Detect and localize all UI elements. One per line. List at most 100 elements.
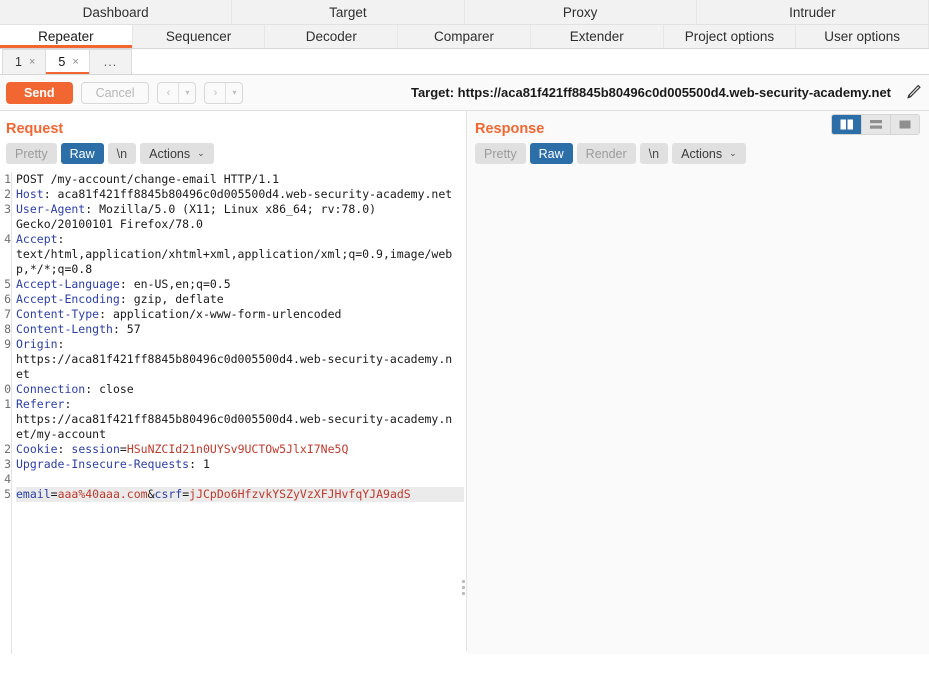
code-line[interactable]: email=aaa%40aaa.com&csrf=jJCpDo6HfzvkYSZ…: [16, 487, 464, 502]
layout-toggle-group: [831, 114, 920, 135]
line-number: 5: [4, 487, 11, 501]
chevron-down-icon: ⌄: [729, 148, 737, 158]
suite-tab-repeater[interactable]: Repeater: [0, 25, 133, 48]
repeater-tab-5[interactable]: 5 ×: [45, 49, 90, 74]
request-raw-button[interactable]: Raw: [60, 143, 104, 164]
suite-tab-project-options[interactable]: Project options: [663, 25, 797, 48]
code-line[interactable]: et/my-account: [16, 427, 466, 442]
request-response-split: Request Pretty Raw \n Actions ⌄ 12345678…: [0, 111, 929, 654]
suite-tab-row-secondary: Repeater Sequencer Decoder Comparer Exte…: [0, 25, 929, 49]
request-line-gutter: 123456789012345: [0, 172, 12, 654]
code-line[interactable]: Gecko/20100101 Firefox/78.0: [16, 217, 466, 232]
chevron-down-icon[interactable]: ▾: [178, 82, 195, 103]
request-pane: Request Pretty Raw \n Actions ⌄ 12345678…: [0, 111, 466, 654]
code-line[interactable]: https://aca81f421ff8845b80496c0d005500d4…: [16, 412, 466, 427]
code-line[interactable]: https://aca81f421ff8845b80496c0d005500d4…: [16, 352, 466, 367]
suite-tab-intruder[interactable]: Intruder: [696, 0, 929, 24]
line-number: 4: [4, 232, 11, 246]
suite-tab-proxy[interactable]: Proxy: [464, 0, 697, 24]
suite-tab-sequencer[interactable]: Sequencer: [132, 25, 266, 48]
request-code-content[interactable]: POST /my-account/change-email HTTP/1.1 Ho…: [13, 172, 466, 654]
line-number: 3: [4, 202, 11, 216]
response-actions-button[interactable]: Actions ⌄: [672, 143, 746, 164]
code-line[interactable]: [16, 472, 466, 487]
code-line[interactable]: Connection: close: [16, 382, 466, 397]
suite-tab-dashboard[interactable]: Dashboard: [0, 0, 233, 24]
request-pane-title: Request: [6, 121, 64, 137]
splitter-dot: [462, 592, 465, 595]
back-nav-group[interactable]: ‹ ▾: [157, 81, 197, 104]
line-number: [0, 427, 11, 442]
send-button[interactable]: Send: [6, 81, 73, 104]
code-line[interactable]: User-Agent: Mozilla/5.0 (X11; Linux x86_…: [16, 202, 466, 217]
single-pane-layout-icon[interactable]: [890, 115, 919, 134]
chevron-right-icon[interactable]: ›: [205, 83, 225, 103]
code-line[interactable]: Host: aca81f421ff8845b80496c0d005500d4.w…: [16, 187, 466, 202]
chevron-down-icon[interactable]: ▾: [225, 82, 242, 103]
cancel-button: Cancel: [80, 81, 150, 104]
suite-tab-row-primary: Dashboard Target Proxy Intruder: [0, 0, 929, 25]
request-actions-button[interactable]: Actions ⌄: [140, 143, 214, 164]
line-number: 9: [4, 337, 11, 351]
line-number: 7: [4, 307, 11, 321]
suite-tab-comparer[interactable]: Comparer: [398, 25, 531, 48]
request-actions-label: Actions: [149, 146, 191, 161]
close-icon[interactable]: ×: [29, 56, 35, 68]
close-icon[interactable]: ×: [72, 56, 78, 68]
line-number: 5: [4, 277, 11, 291]
line-number: [0, 352, 11, 367]
response-pane: Response Pretty Raw Render \n Actions ⌄: [466, 111, 929, 654]
line-number: [0, 412, 11, 427]
suite-tab-user-options[interactable]: User options: [796, 25, 929, 48]
chevron-down-icon: ⌄: [197, 148, 205, 158]
code-line[interactable]: Cookie: session=HSuNZCId21n0UYSv9UCTOw5J…: [16, 442, 466, 457]
code-line[interactable]: p,*/*;q=0.8: [16, 262, 466, 277]
code-line[interactable]: Content-Length: 57: [16, 322, 466, 337]
forward-nav-group[interactable]: › ▾: [204, 81, 244, 104]
response-render-button[interactable]: Render: [576, 143, 636, 164]
splitter-dot: [462, 586, 465, 589]
code-line[interactable]: Accept-Language: en-US,en;q=0.5: [16, 277, 466, 292]
stacked-layout-icon[interactable]: [861, 115, 890, 134]
repeater-action-toolbar: Send Cancel ‹ ▾ › ▾ Target: https://aca8…: [0, 75, 929, 111]
code-line[interactable]: text/html,application/xhtml+xml,applicat…: [16, 247, 466, 262]
response-newline-button[interactable]: \n: [639, 143, 669, 164]
suite-tab-extender[interactable]: Extender: [530, 25, 664, 48]
line-number: [0, 367, 11, 382]
repeater-tab-1[interactable]: 1 ×: [2, 49, 47, 74]
line-number: 2: [4, 442, 11, 456]
line-number: 6: [4, 292, 11, 306]
code-line[interactable]: Accept:: [16, 232, 466, 247]
side-by-side-layout-icon[interactable]: [832, 115, 861, 134]
response-editor[interactable]: [467, 172, 929, 654]
repeater-tab-5-label: 5: [58, 55, 66, 69]
response-raw-button[interactable]: Raw: [529, 143, 573, 164]
line-number: 0: [4, 382, 11, 396]
burp-repeater-window: Dashboard Target Proxy Intruder Repeater…: [0, 0, 929, 675]
code-line[interactable]: Referer:: [16, 397, 466, 412]
code-line[interactable]: Origin:: [16, 337, 466, 352]
repeater-tab-overflow[interactable]: ...: [88, 49, 133, 74]
request-view-toolbar: Pretty Raw \n Actions ⌄: [0, 143, 466, 172]
suite-tab-target[interactable]: Target: [232, 0, 465, 24]
code-line[interactable]: et: [16, 367, 466, 382]
response-view-toolbar: Pretty Raw Render \n Actions ⌄: [467, 143, 929, 172]
line-number: 3: [4, 457, 11, 471]
line-number: 1: [4, 397, 11, 411]
suite-tab-decoder[interactable]: Decoder: [265, 25, 399, 48]
pencil-icon[interactable]: [905, 84, 921, 102]
response-pretty-button[interactable]: Pretty: [475, 143, 526, 164]
response-actions-label: Actions: [681, 146, 723, 161]
line-number: 8: [4, 322, 11, 336]
line-number: [0, 262, 11, 277]
splitter-dot: [462, 580, 465, 583]
code-line[interactable]: Accept-Encoding: gzip, deflate: [16, 292, 466, 307]
request-newline-button[interactable]: \n: [107, 143, 137, 164]
code-line[interactable]: Content-Type: application/x-www-form-url…: [16, 307, 466, 322]
code-line[interactable]: POST /my-account/change-email HTTP/1.1: [16, 172, 466, 187]
chevron-left-icon[interactable]: ‹: [158, 83, 178, 103]
request-editor[interactable]: 123456789012345 POST /my-account/change-…: [0, 172, 466, 654]
request-pretty-button[interactable]: Pretty: [6, 143, 57, 164]
code-line[interactable]: Upgrade-Insecure-Requests: 1: [16, 457, 466, 472]
pane-splitter-handle[interactable]: [460, 580, 468, 595]
